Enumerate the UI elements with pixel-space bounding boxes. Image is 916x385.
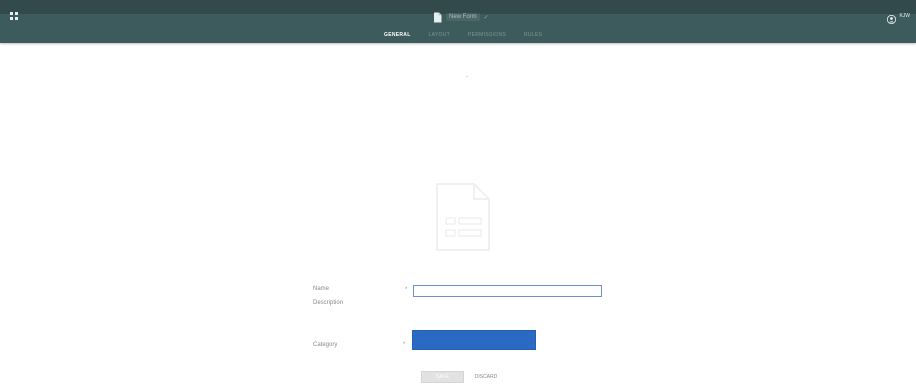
tab-rules[interactable]: RULES bbox=[524, 32, 542, 38]
loading-indicator bbox=[466, 76, 468, 77]
description-label: Description bbox=[313, 300, 344, 306]
name-label: Name bbox=[313, 286, 330, 292]
document-name: New Form bbox=[446, 13, 480, 21]
user-circle-icon bbox=[887, 11, 897, 25]
save-button[interactable]: SAVE bbox=[421, 371, 464, 383]
tab-layout[interactable]: LAYOUT bbox=[429, 32, 450, 38]
tab-bar: GENERAL LAYOUT PERMISSIONS RULES bbox=[384, 30, 542, 40]
edit-caret-icon[interactable]: ✓ bbox=[484, 14, 489, 21]
top-header-bar: New Form ✓ GENERAL LAYOUT PERMISSIONS RU… bbox=[0, 0, 916, 43]
tab-general[interactable]: GENERAL bbox=[384, 32, 411, 38]
category-select[interactable] bbox=[412, 330, 536, 350]
user-name: KJW bbox=[899, 12, 910, 19]
apps-grid-icon[interactable] bbox=[10, 12, 18, 20]
document-icon bbox=[433, 12, 442, 23]
category-label: Category bbox=[313, 342, 338, 348]
name-input[interactable] bbox=[413, 285, 602, 297]
user-menu[interactable]: KJW bbox=[887, 11, 910, 25]
name-required-marker: * bbox=[405, 287, 408, 293]
category-required-marker: * bbox=[403, 342, 406, 348]
discard-button[interactable]: DISCARD bbox=[468, 371, 504, 383]
document-switcher[interactable]: New Form ✓ bbox=[433, 10, 503, 24]
tab-permissions[interactable]: PERMISSIONS bbox=[468, 32, 506, 38]
form-document-icon bbox=[434, 182, 492, 252]
